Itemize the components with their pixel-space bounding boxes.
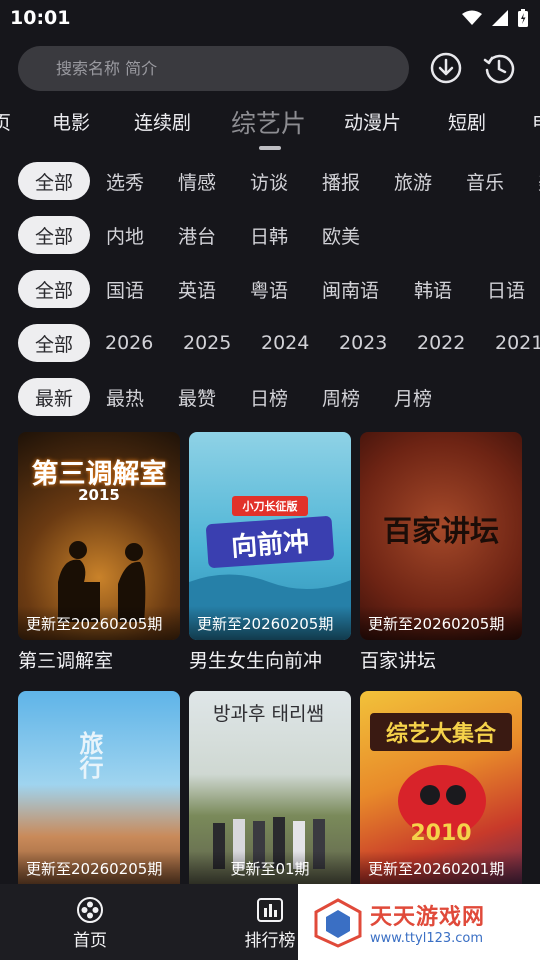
status-icons (462, 9, 528, 27)
search-row (18, 46, 522, 92)
card-title[interactable]: 百家讲坛 (360, 646, 522, 673)
update-badge: 更新至20260201期 (360, 851, 522, 885)
chart-bars-icon (257, 898, 283, 922)
filter-chip[interactable]: 日语 (487, 270, 525, 308)
update-badge: 更新至20260205期 (189, 606, 351, 640)
video-card[interactable]: 综艺大集合 2010 更新至20260201期 (360, 691, 522, 899)
filter-chip[interactable]: 全部 (18, 216, 90, 254)
filter-chip[interactable]: 旅游 (394, 162, 432, 200)
filter-chip[interactable]: 2021 (495, 324, 540, 362)
tab-anime[interactable]: 动漫片 (344, 108, 401, 135)
filter-chip[interactable]: 内地 (106, 216, 144, 254)
update-badge: 更新至20260205期 (18, 606, 180, 640)
poster-image[interactable]: 小刀长征版 向前冲 更新至20260205期 (189, 432, 351, 640)
filter-chip[interactable]: 2026 (105, 324, 153, 362)
poster-image[interactable]: 百家讲坛 更新至20260205期 (360, 432, 522, 640)
filter-chip[interactable]: 音乐 (466, 162, 504, 200)
watermark-name: 天天游戏网 (370, 904, 486, 930)
card-title[interactable]: 第三调解室 (18, 646, 180, 673)
poster-image[interactable]: 综艺大集合 2010 更新至20260201期 (360, 691, 522, 899)
status-time: 10:01 (10, 7, 71, 29)
update-badge: 更新至01期 (189, 851, 351, 885)
watermark-logo-icon (314, 898, 362, 948)
watermark-text: 天天游戏网 www.ttyl123.com (370, 899, 485, 946)
filter-chip[interactable]: 欧美 (322, 216, 360, 254)
tab-indicator (259, 146, 281, 150)
poster-title-art: 百家讲坛 (382, 514, 499, 548)
tab-short-drama[interactable]: 短剧 (448, 108, 486, 135)
filter-row-sort: 最新 最热 最赞 日榜 周榜 月榜 (0, 378, 540, 418)
watermark-url: www.ttyl123.com (370, 930, 484, 946)
filter-chip[interactable]: 2022 (417, 324, 465, 362)
tab-variety[interactable]: 综艺片 (231, 104, 306, 140)
update-badge: 更新至20260205期 (360, 606, 522, 640)
tab-movie[interactable]: 电影 (52, 108, 90, 135)
filter-chip[interactable]: 播报 (322, 162, 360, 200)
category-tabs: 页 电影 连续剧 综艺片 动漫片 短剧 电 (0, 100, 540, 150)
poster-subtitle-art: 2010 (410, 821, 472, 846)
filter-chip[interactable]: 2024 (261, 324, 309, 362)
filter-row-year: 全部 2026 2025 2024 2023 2022 2021 (0, 324, 540, 364)
wifi-icon (462, 10, 482, 25)
filter-chip[interactable]: 最热 (106, 378, 144, 416)
download-circle-icon[interactable] (428, 50, 464, 86)
filter-chip[interactable]: 英语 (178, 270, 216, 308)
filter-chip[interactable]: 闽南语 (322, 270, 379, 308)
nav-label-home: 首页 (73, 931, 107, 951)
poster-image[interactable]: 방과후 태리쌤 更新至01期 (189, 691, 351, 899)
video-card[interactable]: 第三调解室 2015 更新至20260205期 第三调解室 (18, 432, 180, 673)
status-bar: 10:01 (0, 0, 540, 36)
tab-partial-left[interactable]: 页 (0, 108, 11, 135)
filter-chip[interactable]: 日韩 (250, 216, 288, 254)
card-title[interactable]: 男生女生向前冲 (189, 646, 351, 673)
filter-chip[interactable]: 国语 (106, 270, 144, 308)
filter-chip[interactable]: 全部 (18, 324, 90, 362)
filter-chip[interactable]: 粤语 (250, 270, 288, 308)
gamepad-icon (77, 897, 103, 923)
filter-chip[interactable]: 韩语 (414, 270, 452, 308)
tab-partial-right[interactable]: 电 (532, 108, 540, 135)
poster-title-art: 旅行 (75, 731, 103, 779)
site-watermark: 天天游戏网 www.ttyl123.com (298, 884, 540, 960)
filter-row-type: 全部 选秀 情感 访谈 播报 旅游 音乐 美 (0, 162, 540, 202)
video-card[interactable]: 百家讲坛 更新至20260205期 百家讲坛 (360, 432, 522, 673)
filter-chip[interactable]: 最新 (18, 378, 90, 416)
filter-row-region: 全部 内地 港台 日韩 欧美 (0, 216, 540, 256)
history-clock-icon[interactable] (481, 50, 517, 86)
filter-row-language: 全部 国语 英语 粤语 闽南语 韩语 日语 (0, 270, 540, 310)
filter-chip[interactable]: 周榜 (322, 378, 360, 416)
poster-image[interactable]: 旅行 更新至20260205期 (18, 691, 180, 899)
video-card[interactable]: 방과후 태리쌤 更新至01期 (189, 691, 351, 899)
nav-item-home[interactable]: 首页 (50, 896, 130, 951)
filter-chip[interactable]: 选秀 (106, 162, 144, 200)
update-badge: 更新至20260205期 (18, 851, 180, 885)
search-input[interactable] (56, 59, 386, 78)
filter-chip[interactable]: 情感 (178, 162, 216, 200)
poster-image[interactable]: 第三调解室 2015 更新至20260205期 (18, 432, 180, 640)
filter-chip[interactable]: 全部 (18, 162, 90, 200)
filter-chip[interactable]: 全部 (18, 270, 90, 308)
filter-chip[interactable]: 最赞 (178, 378, 216, 416)
tab-series[interactable]: 连续剧 (134, 108, 191, 135)
video-card[interactable]: 旅行 更新至20260205期 (18, 691, 180, 899)
filter-chip[interactable]: 日榜 (250, 378, 288, 416)
video-card[interactable]: 小刀长征版 向前冲 更新至20260205期 男生女生向前冲 (189, 432, 351, 673)
battery-icon (518, 9, 528, 27)
search-box[interactable] (18, 46, 409, 91)
filter-chip[interactable]: 港台 (178, 216, 216, 254)
filter-chip[interactable]: 访谈 (250, 162, 288, 200)
signal-icon (492, 10, 508, 26)
filter-chip[interactable]: 月榜 (394, 378, 432, 416)
nav-label-ranking: 排行榜 (244, 931, 296, 951)
filter-chip[interactable]: 2023 (339, 324, 387, 362)
filter-chip[interactable]: 2025 (183, 324, 231, 362)
